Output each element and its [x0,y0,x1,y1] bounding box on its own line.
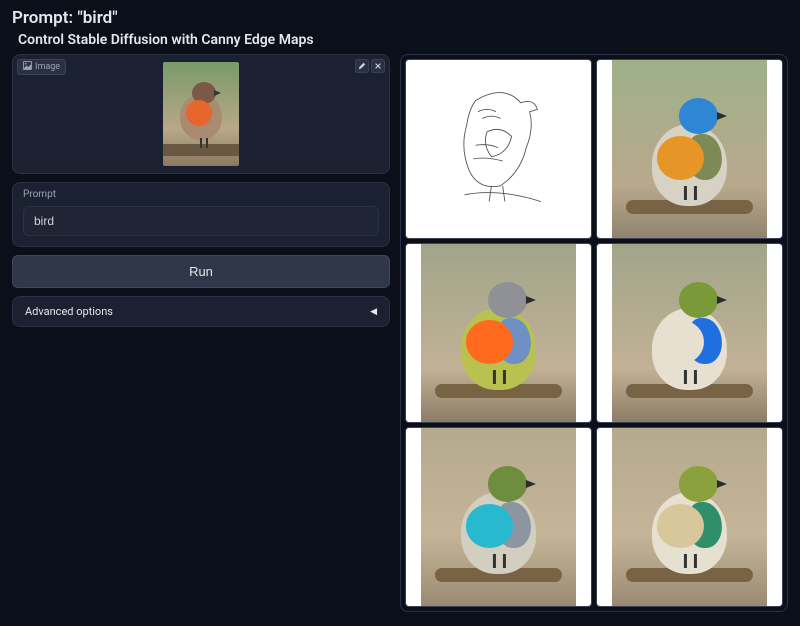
prompt-prefix: Prompt: [12,8,77,28]
prompt-panel: Prompt [12,182,390,247]
output-cell-4[interactable] [405,427,592,607]
image-input-panel[interactable]: Image [12,54,390,174]
output-cell-5[interactable] [596,427,783,607]
prompt-input[interactable] [23,206,379,236]
pencil-icon [358,62,366,70]
triangle-left-icon: ◀ [370,307,377,317]
input-image-preview[interactable] [163,62,239,166]
prompt-label: Prompt [23,189,379,200]
main-layout: Image Prompt [12,54,788,612]
output-cell-0[interactable] [405,59,592,239]
generated-image [421,244,576,422]
output-cell-1[interactable] [596,59,783,239]
edit-image-button[interactable] [355,59,369,73]
generated-image [612,60,767,238]
generated-image [612,428,767,606]
output-cell-3[interactable] [596,243,783,423]
output-cell-2[interactable] [405,243,592,423]
image-toolbar-right [355,59,385,73]
edge-map-image [421,60,576,238]
generated-image [612,244,767,422]
image-chip: Image [17,59,66,75]
clear-image-button[interactable] [371,59,385,73]
image-chip-label: Image [35,62,60,72]
page-title: Prompt: "bird" [12,8,788,28]
bird-legs [200,138,202,148]
close-icon [374,62,382,70]
output-gallery [400,54,788,612]
prompt-value: "bird" [77,8,117,28]
image-icon [23,61,32,73]
page-subtitle: Control Stable Diffusion with Canny Edge… [18,32,788,48]
image-toolbar-left: Image [17,59,66,75]
generated-image [421,428,576,606]
run-button[interactable]: Run [12,255,390,288]
advanced-options-toggle[interactable]: Advanced options ◀ [12,296,390,327]
advanced-options-label: Advanced options [25,305,113,318]
bird-shape [180,94,222,140]
left-column: Image Prompt [12,54,390,612]
